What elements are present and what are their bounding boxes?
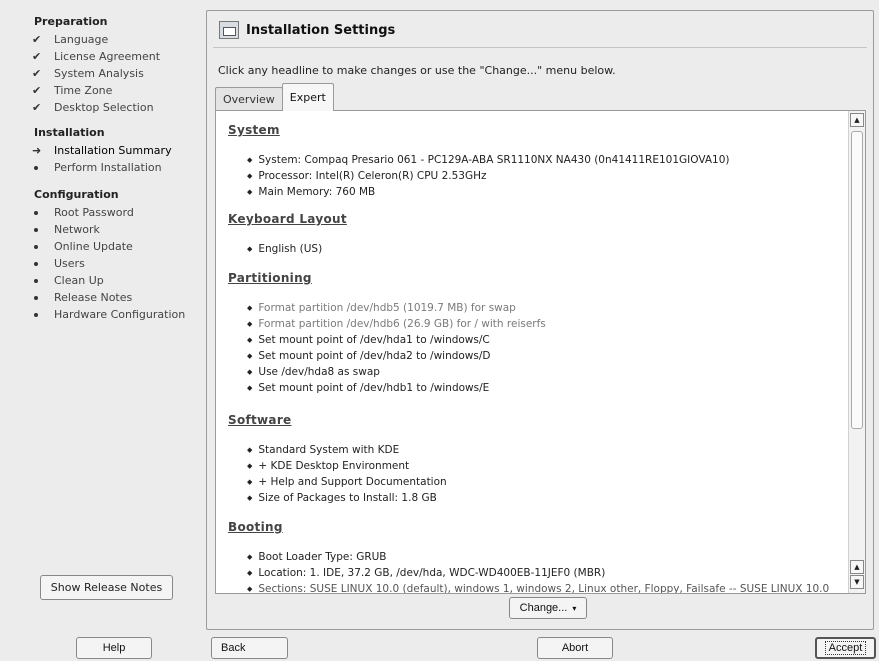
sidebar-step-label: Network	[54, 222, 100, 236]
instruction-text: Click any headline to make changes or us…	[218, 64, 616, 77]
page-title: Installation Settings	[246, 22, 396, 38]
sidebar-step-item: Release Notes	[32, 289, 132, 305]
scroll-up-icon[interactable]: ▲	[850, 560, 864, 574]
settings-summary-view: System System: Compaq Presario 061 - PC12…	[215, 110, 866, 594]
sidebar-step-item: Online Update	[32, 238, 133, 254]
help-button[interactable]: Help	[76, 637, 152, 659]
scroll-down-icon[interactable]: ▼	[850, 575, 864, 589]
sidebar-step-label: Release Notes	[54, 290, 133, 304]
sidebar-step-label: System Analysis	[54, 66, 144, 80]
sidebar-section-title: Preparation	[34, 15, 108, 28]
arrow-right-icon: ➜	[32, 143, 42, 157]
back-button[interactable]: Back	[211, 637, 288, 659]
sidebar-step-item: Clean Up	[32, 272, 104, 288]
summary-item: Standard System with KDE	[247, 444, 399, 456]
show-release-notes-button[interactable]: Show Release Notes	[40, 575, 173, 600]
summary-item: + Help and Support Documentation	[247, 476, 446, 488]
bullet-icon	[32, 308, 54, 321]
installation-settings-panel: Installation Settings Click any headline…	[206, 10, 874, 630]
header-divider	[213, 47, 867, 48]
summary-item: Processor: Intel(R) Celeron(R) CPU 2.53G…	[247, 170, 486, 182]
bullet-icon	[32, 274, 54, 287]
accept-button-label: Accept	[824, 641, 867, 655]
sidebar-step-label: Desktop Selection	[54, 100, 154, 114]
sidebar-step-item: Hardware Configuration	[32, 306, 185, 322]
summary-item: Size of Packages to Install: 1.8 GB	[247, 492, 436, 504]
summary-item: Use /dev/hda8 as swap	[247, 366, 380, 378]
summary-item: Set mount point of /dev/hda1 to /windows…	[247, 334, 489, 346]
scrollbar-thumb[interactable]	[851, 131, 863, 429]
summary-item: Main Memory: 760 MB	[247, 186, 375, 198]
tab-bar: Overview Expert	[215, 83, 334, 111]
sidebar-step-item: ✔ Time Zone	[32, 82, 112, 98]
sidebar-step-label: Time Zone	[54, 83, 113, 97]
sidebar-step-item: Network	[32, 221, 100, 237]
bullet-icon	[32, 240, 54, 253]
bullet-icon	[32, 206, 54, 219]
sidebar-step-item: ✔ Language	[32, 31, 108, 47]
summary-item: Set mount point of /dev/hda2 to /windows…	[247, 350, 490, 362]
summary-item: Format partition /dev/hdb5 (1019.7 MB) f…	[247, 302, 515, 314]
bullet-icon	[32, 257, 54, 270]
section-headline-software[interactable]: Software	[228, 413, 291, 427]
summary-item: Sections: SUSE LINUX 10.0 (default), win…	[247, 583, 829, 593]
summary-item: Location: 1. IDE, 37.2 GB, /dev/hda, WDC…	[247, 567, 605, 579]
checkmark-icon: ✔	[32, 49, 42, 63]
section-headline-partitioning[interactable]: Partitioning	[228, 271, 312, 285]
checkmark-icon: ✔	[32, 83, 42, 97]
sidebar-section-title: Installation	[34, 126, 105, 139]
sidebar-step-label: Root Password	[54, 205, 134, 219]
section-headline-system[interactable]: System	[228, 123, 280, 137]
summary-item: + KDE Desktop Environment	[247, 460, 409, 472]
installation-settings-icon	[219, 21, 239, 39]
tab-expert[interactable]: Expert	[281, 83, 334, 111]
section-headline-keyboard-layout[interactable]: Keyboard Layout	[228, 212, 347, 226]
sidebar-step-item: ✔ System Analysis	[32, 65, 144, 81]
summary-item: Set mount point of /dev/hdb1 to /windows…	[247, 382, 489, 394]
sidebar-step-item: Perform Installation	[32, 159, 162, 175]
summary-item: English (US)	[247, 243, 322, 255]
sidebar-step-label: Installation Summary	[54, 143, 172, 157]
sidebar-step-label: Clean Up	[54, 273, 104, 287]
sidebar-step-item: ✔ Desktop Selection	[32, 99, 154, 115]
summary-item: Format partition /dev/hdb6 (26.9 GB) for…	[247, 318, 545, 330]
page-header: Installation Settings	[219, 19, 395, 41]
sidebar-step-label: Online Update	[54, 239, 133, 253]
bullet-icon	[32, 223, 54, 236]
summary-item: Boot Loader Type: GRUB	[247, 551, 386, 563]
checkmark-icon: ✔	[32, 100, 42, 114]
bullet-icon	[32, 161, 54, 174]
change-menu-button[interactable]: Change... ▾	[509, 597, 587, 619]
installation-steps-sidebar: Preparation ✔ Language ✔ License Agreement ✔ S…	[0, 0, 200, 661]
sidebar-step-label: Language	[54, 32, 109, 46]
sidebar-step-label: Hardware Configuration	[54, 307, 186, 321]
sidebar-section-title: Configuration	[34, 188, 119, 201]
change-button-label: Change...	[519, 602, 568, 614]
sidebar-step-label: Users	[54, 256, 85, 270]
checkmark-icon: ✔	[32, 66, 42, 80]
sidebar-step-item: Root Password	[32, 204, 134, 220]
sidebar-step-item: ✔ License Agreement	[32, 48, 160, 64]
checkmark-icon: ✔	[32, 32, 42, 46]
summary-item: System: Compaq Presario 061 - PC129A-ABA…	[247, 154, 729, 166]
sidebar-step-item: Users	[32, 255, 85, 271]
tab-overview[interactable]: Overview	[215, 87, 283, 111]
scroll-up-icon[interactable]: ▲	[850, 113, 864, 127]
bullet-icon	[32, 291, 54, 304]
chevron-down-icon: ▾	[572, 603, 577, 613]
vertical-scrollbar[interactable]: ▲ ▲ ▼	[848, 111, 865, 593]
sidebar-step-label: Perform Installation	[54, 160, 162, 174]
abort-button[interactable]: Abort	[537, 637, 613, 659]
sidebar-step-item: ➜ Installation Summary	[32, 142, 172, 158]
section-headline-booting[interactable]: Booting	[228, 520, 283, 534]
settings-summary-content: System System: Compaq Presario 061 - PC12…	[216, 111, 848, 593]
accept-button[interactable]: Accept	[815, 637, 876, 659]
sidebar-step-label: License Agreement	[54, 49, 161, 63]
